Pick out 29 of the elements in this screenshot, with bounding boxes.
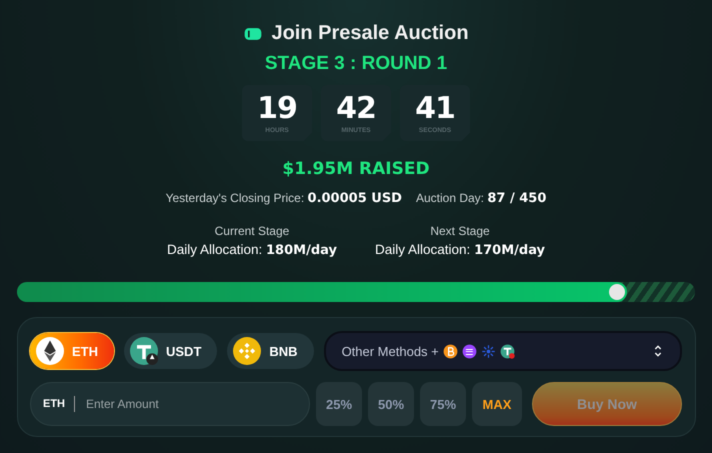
cardano-coin-icon xyxy=(480,344,496,358)
amount-shortcut-button[interactable]: 25% xyxy=(316,382,362,426)
bnb-coin-icon xyxy=(233,337,262,365)
solana-coin-icon xyxy=(462,344,477,358)
raised-amount: $1.95M RAISED xyxy=(282,159,430,179)
amount-input[interactable]: Enter Amount xyxy=(84,396,278,412)
currency-tab[interactable]: BNB xyxy=(227,333,314,369)
stage-caption: Next Stage xyxy=(430,224,490,238)
amount-shortcut-button[interactable]: 50% xyxy=(368,382,414,426)
allocation-text: Daily Allocation: 170M/day xyxy=(375,242,546,258)
currency-tab[interactable]: USDT xyxy=(124,333,218,369)
stage-caption: Current Stage xyxy=(214,224,290,238)
tether-coin-icon xyxy=(130,337,158,365)
tether-coin-icon xyxy=(500,344,515,358)
countdown-value: 19 xyxy=(257,92,297,124)
amount-field[interactable]: ETH Enter Amount xyxy=(30,382,310,426)
bitcoin-coin-icon xyxy=(442,344,458,358)
stat-text: Yesterday's Closing Price: 0.00005 USD xyxy=(166,191,402,206)
stage-label: STAGE 3 : ROUND 1 xyxy=(264,53,448,75)
amount-shortcut-button[interactable]: 75% xyxy=(420,382,466,426)
ethereum-coin-icon xyxy=(36,337,64,365)
currency-label: ETH xyxy=(43,398,65,410)
amount-shortcut-button[interactable]: MAX xyxy=(472,382,522,426)
countdown-value: 42 xyxy=(336,92,376,124)
payment-method-dropdown[interactable]: Other Methods + xyxy=(324,331,682,371)
countdown-value: 41 xyxy=(415,92,455,124)
allocation-text: Daily Allocation: 180M/day xyxy=(166,242,337,258)
page-title: Join Presale Auction xyxy=(271,22,469,45)
stat-text: Auction Day: 87 / 450 xyxy=(416,191,546,206)
